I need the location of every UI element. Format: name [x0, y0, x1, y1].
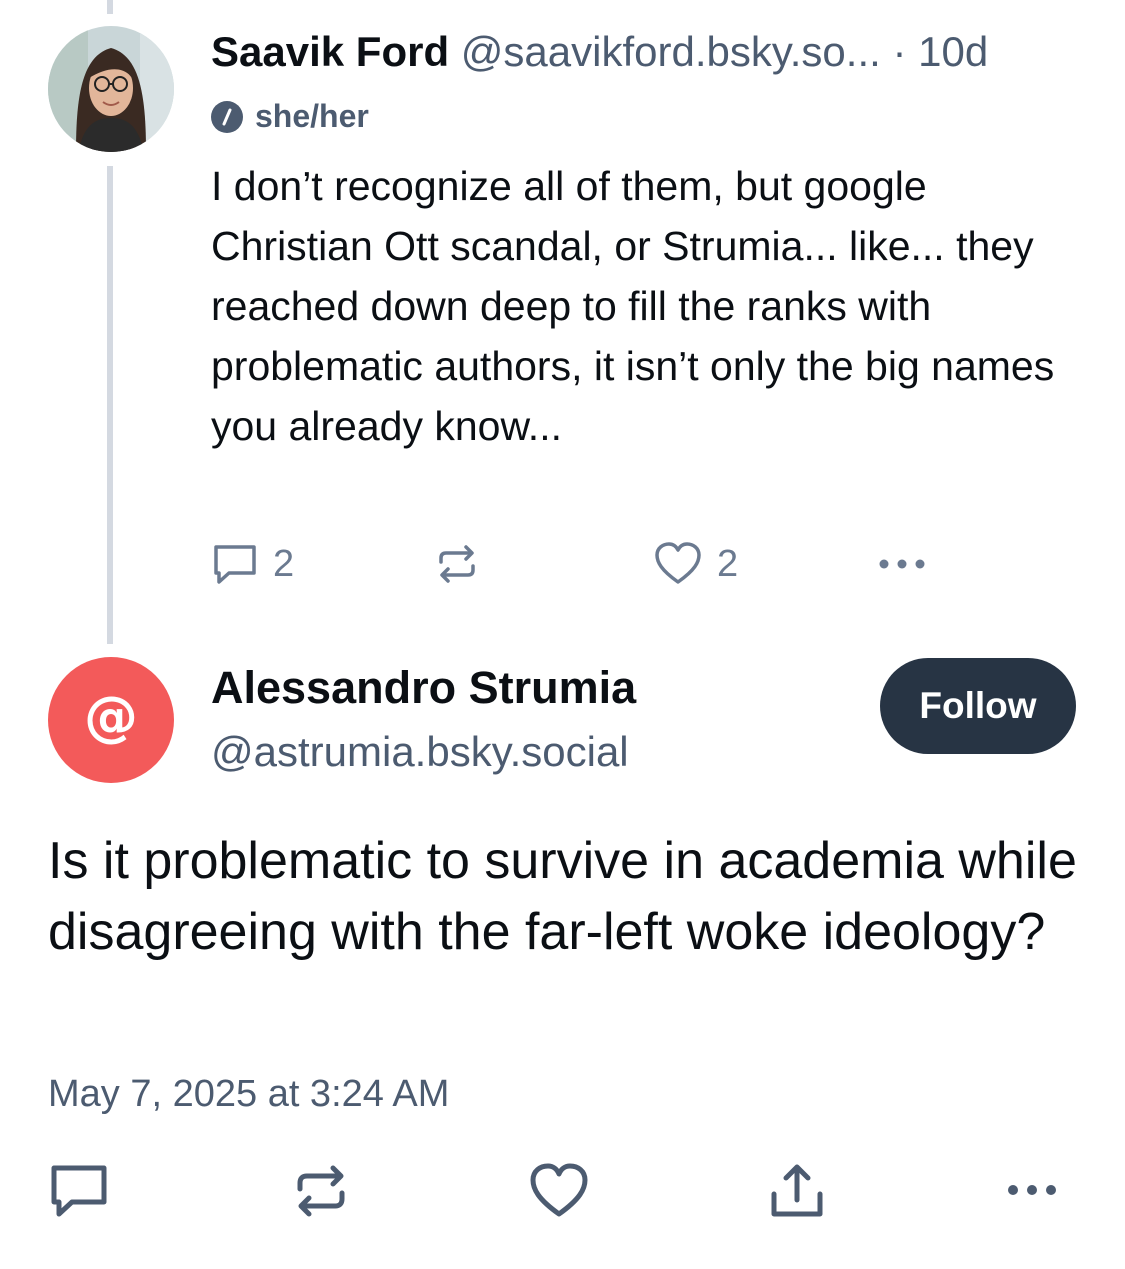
profile-photo: [48, 26, 174, 152]
repost-arrows-icon: [433, 540, 481, 588]
more-options-button[interactable]: [1004, 1170, 1060, 1210]
post-text: Is it problematic to survive in academia…: [48, 832, 1077, 961]
ellipsis-icon: [875, 546, 929, 582]
reply-header: Saavik Ford @saavikford.bsky.so... · 10d: [211, 28, 988, 76]
heart-icon: [528, 1160, 590, 1222]
at-sign-icon: @: [84, 685, 138, 748]
post-age[interactable]: 10d: [918, 28, 988, 75]
avatar-glyph: @: [84, 685, 138, 748]
follow-button[interactable]: Follow: [880, 658, 1076, 754]
ellipsis-icon: [1004, 1170, 1060, 1210]
main-post-actions: [48, 1160, 1078, 1224]
speech-bubble-icon: [48, 1160, 110, 1222]
like-count: 2: [717, 542, 739, 585]
author-name[interactable]: Alessandro Strumia: [211, 662, 636, 714]
heart-icon: [653, 540, 703, 588]
avatar-default[interactable]: @: [48, 657, 174, 783]
main-author[interactable]: Alessandro Strumia @astrumia.bsky.social: [211, 662, 636, 776]
reply-button[interactable]: [48, 1160, 110, 1222]
reply-actions: 2 2: [211, 540, 951, 590]
thread-line-top: [107, 0, 113, 14]
repost-arrows-icon: [290, 1160, 352, 1222]
author-name[interactable]: Saavik Ford: [211, 28, 449, 75]
like-button[interactable]: 2: [653, 540, 738, 588]
info-slash-icon: [211, 100, 243, 133]
reply-button[interactable]: 2: [211, 540, 294, 588]
author-handle[interactable]: @saavikford.bsky.so...: [461, 28, 881, 75]
share-upload-icon: [766, 1160, 828, 1222]
author-handle[interactable]: @astrumia.bsky.social: [211, 728, 636, 776]
speech-bubble-icon: [211, 540, 259, 588]
reply-count: 2: [273, 542, 295, 585]
post-timestamp: May 7, 2025 at 3:24 AM: [48, 1073, 450, 1115]
repost-button[interactable]: [290, 1160, 352, 1222]
more-options-button[interactable]: [875, 546, 929, 582]
pronouns: she/her: [211, 98, 369, 135]
repost-button[interactable]: [433, 540, 481, 588]
separator-dot: ·: [892, 28, 907, 75]
share-button[interactable]: [766, 1160, 828, 1222]
pronouns-text: she/her: [255, 98, 369, 134]
avatar[interactable]: [48, 26, 174, 152]
like-button[interactable]: [528, 1160, 590, 1222]
reply-text: I don’t recognize all of them, but googl…: [211, 163, 1055, 449]
thread-line: [107, 166, 113, 644]
